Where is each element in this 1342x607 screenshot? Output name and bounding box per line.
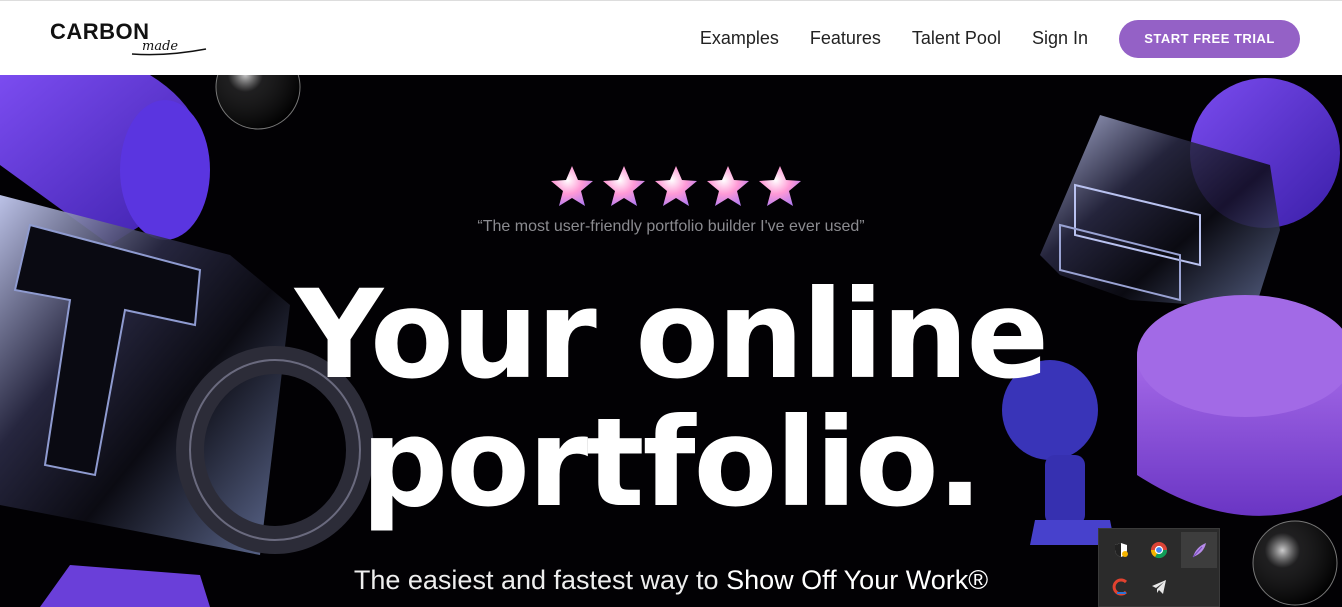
star-icon <box>707 166 749 206</box>
nav-examples[interactable]: Examples <box>700 28 779 49</box>
start-free-trial-button[interactable]: START FREE TRIAL <box>1119 19 1300 58</box>
ccleaner-icon[interactable] <box>1103 569 1139 605</box>
nav-features[interactable]: Features <box>810 28 881 49</box>
subline-emphasis: Show Off Your Work® <box>726 565 989 595</box>
feather-icon[interactable] <box>1181 532 1217 568</box>
nav-sign-in[interactable]: Sign In <box>1032 28 1088 49</box>
logo-wordmark: CARBON <box>50 19 150 44</box>
headline-line-1: Your online <box>294 264 1049 406</box>
subline-prefix: The easiest and fastest way to <box>353 565 727 595</box>
hero-section: “The most user-friendly portfolio builde… <box>0 75 1342 607</box>
star-icon <box>551 166 593 206</box>
nav-talent-pool[interactable]: Talent Pool <box>912 28 1001 49</box>
chrome-icon[interactable] <box>1141 532 1177 568</box>
star-icon <box>655 166 697 206</box>
hero-headline: Your online portfolio. <box>0 271 1342 527</box>
carbonmade-logo[interactable]: CARBON made <box>50 19 210 59</box>
headline-line-2: portfolio. <box>360 392 983 534</box>
main-nav: Examples Features Talent Pool Sign In ST… <box>700 1 1342 76</box>
logo-subword: made <box>142 39 179 54</box>
star-icon <box>603 166 645 206</box>
system-tray-overflow <box>1098 528 1220 607</box>
site-header: CARBON made Examples Features Talent Poo… <box>0 0 1342 75</box>
rating-stars <box>549 163 803 209</box>
testimonial-quote: “The most user-friendly portfolio builde… <box>477 218 865 235</box>
telegram-icon[interactable] <box>1141 569 1177 605</box>
security-shield-icon[interactable] <box>1103 532 1139 568</box>
star-icon <box>759 166 801 206</box>
